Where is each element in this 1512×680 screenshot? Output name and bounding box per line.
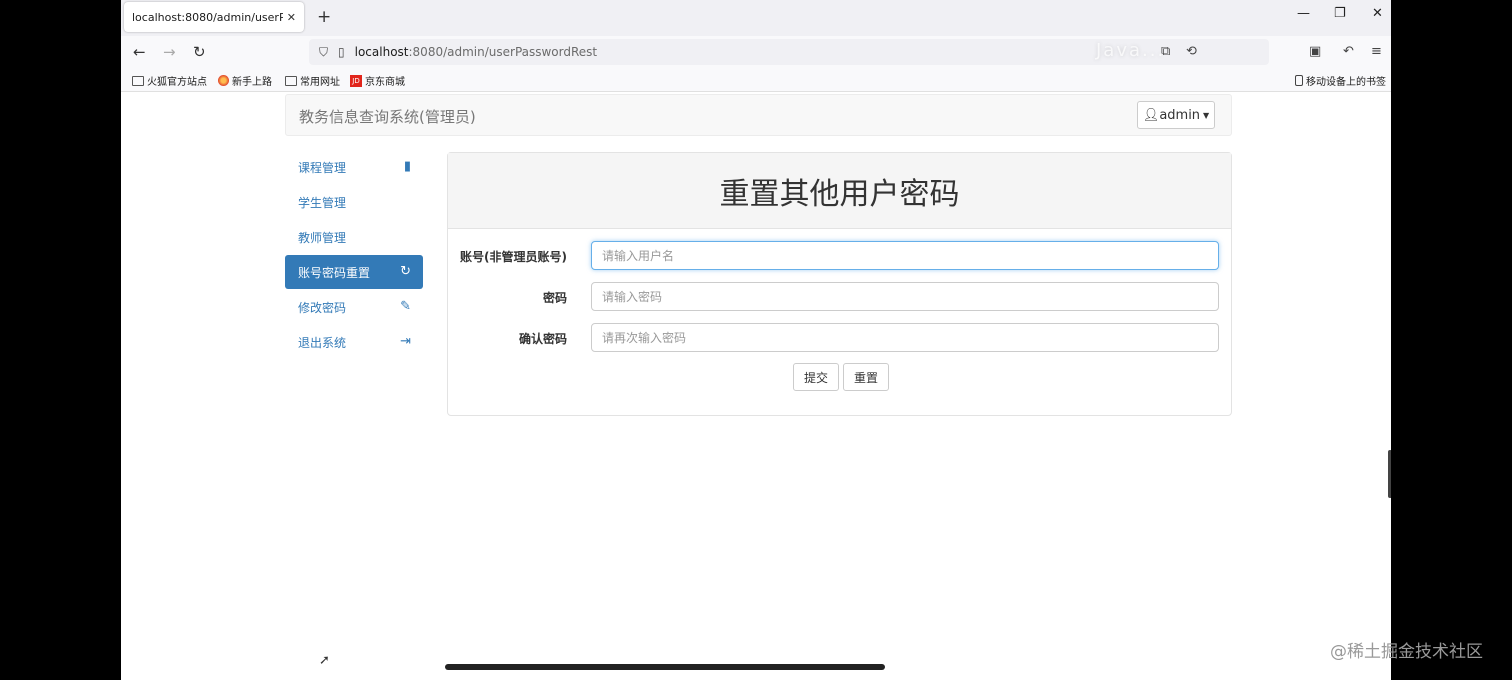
sidebar-item-change-password[interactable]: 修改密码 ✎ — [285, 290, 423, 324]
page-title: 重置其他用户密码 — [719, 176, 960, 212]
sidebar-item-password-reset[interactable]: 账号密码重置 ↻ — [285, 255, 423, 289]
home-indicator[interactable] — [445, 664, 885, 670]
mobile-bookmarks[interactable]: 移动设备上的书签 — [1295, 73, 1386, 88]
sidebar-item-label: 学生管理 — [298, 195, 347, 210]
sidebar-item-label: 账号密码重置 — [298, 265, 371, 280]
app-navbar: 教务信息查询系统(管理员) 👤︎ admin ▼ — [285, 94, 1232, 136]
confirm-password-row: 确认密码 请再次输入密码 — [448, 323, 1233, 353]
tab-bar: localhost:8080/admin/userPassw ✕ + — ❐ ✕ — [121, 0, 1391, 36]
folder-icon — [132, 75, 144, 86]
bookmark-item[interactable]: JD 京东商城 — [350, 73, 405, 88]
book-icon: ▮ — [403, 159, 411, 174]
menu-icon[interactable]: ≡ — [1371, 44, 1382, 59]
sidebar-item-label: 修改密码 — [298, 300, 347, 315]
scroll-handle[interactable] — [1388, 450, 1391, 498]
username-label: 账号(非管理员账号) — [460, 250, 567, 264]
refresh-icon: ↻ — [400, 264, 411, 279]
reset-button[interactable]: 重置 — [843, 363, 890, 391]
bookmark-item[interactable]: 常用网址 — [285, 73, 340, 88]
confirm-password-placeholder: 请再次输入密码 — [602, 331, 687, 345]
window-close-icon[interactable]: ✕ — [1372, 6, 1383, 21]
sidebar: 课程管理 ▮ 学生管理 教师管理 账号密码重置 ↻ 修改密码 ✎ 退出系统 ⇥ — [285, 150, 423, 360]
page-icon: ▯ — [338, 45, 345, 59]
confirm-password-input[interactable]: 请再次输入密码 — [591, 323, 1219, 352]
credit-watermark: @稀土掘金技术社区 — [1330, 642, 1483, 662]
bookmark-item[interactable]: 火狐官方站点 — [132, 73, 207, 88]
sidebar-item-teachers[interactable]: 教师管理 — [285, 220, 423, 254]
forward-icon[interactable]: → — [163, 43, 176, 61]
translate-icon[interactable]: ⧉ — [1161, 44, 1170, 59]
close-icon[interactable]: ✕ — [287, 11, 296, 24]
bookmark-item[interactable]: 新手上路 — [218, 73, 272, 88]
watermark: Java... — [1096, 40, 1166, 61]
password-row: 密码 请输入密码 — [448, 282, 1233, 312]
folder-icon — [285, 75, 297, 86]
panel-heading: 重置其他用户密码 — [448, 153, 1231, 229]
browser-tab[interactable]: localhost:8080/admin/userPassw ✕ — [124, 2, 304, 32]
sidebar-item-logout[interactable]: 退出系统 ⇥ — [285, 325, 423, 359]
browser-navbar: ← → ↻ ⛉ ▯ localhost:8080/admin/userPassw… — [121, 36, 1391, 68]
form-buttons: 提交 重置 — [793, 363, 890, 391]
sidebar-item-courses[interactable]: 课程管理 ▮ — [285, 150, 423, 184]
jd-icon: JD — [350, 74, 362, 87]
password-placeholder: 请输入密码 — [602, 290, 663, 304]
bookmarks-bar: 火狐官方站点 新手上路 常用网址 JD 京东商城 移动设备上的书签 — [121, 68, 1391, 92]
firefox-icon — [218, 75, 229, 86]
username-input[interactable]: 请输入用户名 — [591, 241, 1219, 270]
password-label: 密码 — [542, 291, 567, 305]
extension-icon[interactable]: ⟲ — [1186, 44, 1197, 59]
password-input[interactable]: 请输入密码 — [591, 282, 1219, 311]
sidebar-item-label: 退出系统 — [298, 335, 347, 350]
reset-password-panel: 重置其他用户密码 账号(非管理员账号) 请输入用户名 密码 请输入密码 确认密码… — [447, 152, 1232, 416]
pencil-icon: ✎ — [400, 299, 411, 314]
user-dropdown[interactable]: 👤︎ admin ▼ — [1137, 101, 1215, 129]
mouse-cursor-icon: ➚ — [319, 653, 330, 668]
username-row: 账号(非管理员账号) 请输入用户名 — [448, 241, 1233, 271]
pocket-icon[interactable]: ▣ — [1309, 44, 1321, 59]
sidebar-item-students[interactable]: 学生管理 — [285, 185, 423, 219]
caret-down-icon: ▼ — [1203, 110, 1210, 120]
undo-icon[interactable]: ↶ — [1343, 44, 1354, 59]
brand[interactable]: 教务信息查询系统(管理员) — [299, 106, 476, 127]
reload-icon[interactable]: ↻ — [193, 43, 206, 61]
url-host: localhost — [354, 45, 409, 59]
shield-icon[interactable]: ⛉ — [319, 45, 328, 60]
restore-icon[interactable]: ❐ — [1334, 6, 1346, 21]
screen: localhost:8080/admin/userPassw ✕ + — ❐ ✕… — [121, 0, 1391, 680]
sidebar-item-label: 教师管理 — [298, 230, 347, 245]
logout-icon: ⇥ — [400, 334, 411, 349]
username-placeholder: 请输入用户名 — [602, 249, 675, 263]
page-content: 教务信息查询系统(管理员) 👤︎ admin ▼ 课程管理 ▮ 学生管理 教师管理 … — [121, 92, 1391, 680]
user-name: admin — [1159, 107, 1201, 123]
new-tab-icon[interactable]: + — [317, 7, 331, 27]
user-icon: 👤︎ — [1142, 107, 1160, 123]
sidebar-item-label: 课程管理 — [298, 160, 347, 175]
confirm-password-label: 确认密码 — [518, 332, 567, 346]
tab-title: localhost:8080/admin/userPassw — [132, 10, 283, 24]
phone-icon — [1295, 75, 1303, 86]
minimize-icon[interactable]: — — [1297, 6, 1310, 21]
back-icon[interactable]: ← — [133, 43, 146, 61]
url-path: :8080/admin/userPasswordRest — [408, 45, 598, 59]
submit-button[interactable]: 提交 — [793, 363, 840, 391]
